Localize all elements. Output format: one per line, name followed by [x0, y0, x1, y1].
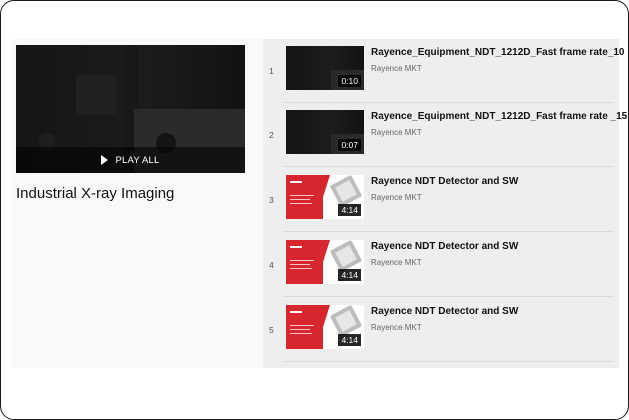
play-all-label: PLAY ALL — [115, 154, 160, 166]
playlist-panel: PLAY ALL Industrial X-ray Imaging 1 0:10… — [12, 39, 627, 368]
playlist-header: PLAY ALL Industrial X-ray Imaging — [12, 39, 263, 368]
duration-badge: 4:14 — [338, 334, 361, 346]
divider — [284, 231, 614, 232]
channel-name[interactable]: Rayence MKT — [371, 128, 422, 137]
video-list-item[interactable]: 4 4:14 Rayence NDT Detector and SW Rayen… — [263, 233, 619, 297]
video-thumbnail[interactable]: 0:10 — [286, 46, 364, 90]
video-title[interactable]: Rayence_Equipment_NDT_1212D_Fast frame r… — [371, 111, 627, 122]
playlist-hero-thumbnail[interactable]: PLAY ALL — [16, 45, 245, 173]
video-thumbnail[interactable]: 4:14 — [286, 175, 364, 219]
channel-name[interactable]: Rayence MKT — [371, 193, 422, 202]
duration-badge: 4:14 — [338, 204, 361, 216]
divider — [284, 166, 614, 167]
duration-badge: 0:10 — [338, 75, 361, 87]
window-frame: PLAY ALL Industrial X-ray Imaging 1 0:10… — [0, 0, 629, 420]
play-all-button[interactable]: PLAY ALL — [16, 147, 245, 173]
video-index: 2 — [269, 130, 274, 140]
video-title[interactable]: Rayence NDT Detector and SW — [371, 241, 518, 252]
channel-name[interactable]: Rayence MKT — [371, 323, 422, 332]
video-thumbnail[interactable]: 4:14 — [286, 240, 364, 284]
video-index: 4 — [269, 260, 274, 270]
video-list-item[interactable]: 5 4:14 Rayence NDT Detector and SW Rayen… — [263, 298, 619, 362]
video-index: 5 — [269, 325, 274, 335]
video-title[interactable]: Rayence_Equipment_NDT_1212D_Fast frame r… — [371, 47, 624, 58]
video-thumbnail[interactable]: 0:07 — [286, 110, 364, 154]
divider — [284, 296, 614, 297]
video-title[interactable]: Rayence NDT Detector and SW — [371, 306, 518, 317]
duration-badge: 0:07 — [338, 139, 361, 151]
channel-name[interactable]: Rayence MKT — [371, 64, 422, 73]
video-list: 1 0:10 Rayence_Equipment_NDT_1212D_Fast … — [263, 39, 627, 368]
play-icon — [101, 155, 109, 165]
video-index: 3 — [269, 195, 274, 205]
video-list-item[interactable]: 3 4:14 Rayence NDT Detector and SW Rayen… — [263, 168, 619, 232]
duration-badge: 4:14 — [338, 269, 361, 281]
video-list-item[interactable]: 1 0:10 Rayence_Equipment_NDT_1212D_Fast … — [263, 39, 624, 103]
video-index: 1 — [269, 66, 274, 76]
divider — [284, 361, 614, 362]
video-thumbnail[interactable]: 4:14 — [286, 305, 364, 349]
video-title[interactable]: Rayence NDT Detector and SW — [371, 176, 518, 187]
playlist-title[interactable]: Industrial X-ray Imaging — [16, 185, 174, 202]
channel-name[interactable]: Rayence MKT — [371, 258, 422, 267]
video-list-item[interactable]: 2 0:07 Rayence_Equipment_NDT_1212D_Fast … — [263, 103, 627, 167]
